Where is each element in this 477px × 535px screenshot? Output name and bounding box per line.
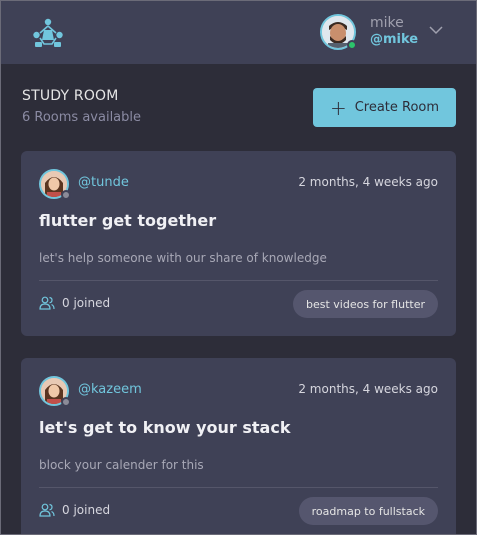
host-status-dot	[61, 190, 71, 200]
room-card: @kazeem 2 months, 4 weeks ago let's get …	[21, 358, 456, 535]
people-icon	[39, 503, 55, 517]
create-room-button[interactable]: + Create Room	[313, 88, 456, 127]
room-created-time: 2 months, 4 weeks ago	[298, 175, 438, 189]
joined-count: 0 joined	[62, 503, 111, 517]
people-icon	[39, 296, 55, 310]
create-room-label: Create Room	[354, 100, 440, 115]
page-title: STUDY ROOM	[22, 88, 119, 104]
host-status-dot	[61, 397, 71, 407]
chevron-down-icon[interactable]	[428, 24, 444, 36]
joined-count: 0 joined	[62, 296, 111, 310]
host-avatar[interactable]	[39, 169, 71, 200]
host-handle-link[interactable]: @kazeem	[78, 382, 142, 397]
topic-tag[interactable]: best videos for flutter	[292, 290, 438, 318]
card-divider	[39, 280, 438, 281]
room-name-link[interactable]: let's get to know your stack	[39, 418, 290, 437]
rooms-count: 6 Rooms available	[22, 110, 142, 125]
plus-icon: +	[329, 95, 347, 120]
room-description: let's help someone with our share of kno…	[39, 251, 327, 265]
online-status-dot	[347, 40, 357, 50]
room-created-time: 2 months, 4 weeks ago	[298, 382, 438, 396]
room-name-link[interactable]: flutter get together	[39, 211, 216, 230]
host-handle-link[interactable]: @tunde	[78, 175, 129, 190]
study-bud-logo-icon[interactable]	[32, 18, 64, 48]
topic-tag[interactable]: roadmap to fullstack	[298, 497, 438, 525]
top-navbar: mike @mike	[0, 0, 477, 64]
room-card: @tunde 2 months, 4 weeks ago flutter get…	[21, 151, 456, 336]
card-divider	[39, 487, 438, 488]
user-name[interactable]: mike	[370, 15, 404, 31]
room-description: block your calender for this	[39, 458, 204, 472]
user-handle[interactable]: @mike	[370, 32, 418, 47]
host-avatar[interactable]	[39, 376, 71, 407]
user-avatar[interactable]	[320, 14, 357, 50]
